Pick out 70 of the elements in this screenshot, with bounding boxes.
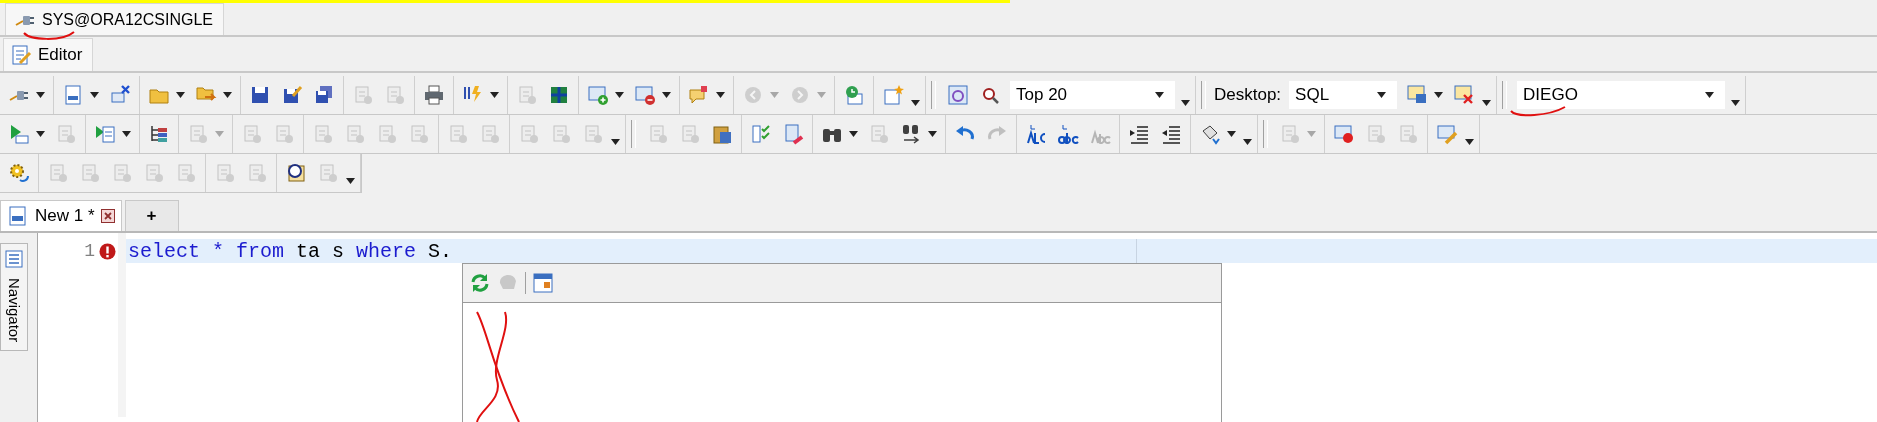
- overflow-caret-icon[interactable]: [1465, 139, 1474, 145]
- navigator-tab[interactable]: Navigator: [0, 243, 28, 352]
- document-tab[interactable]: New 1 *: [0, 200, 122, 231]
- connection-tab[interactable]: SYS@ORA12CSINGLE: [5, 3, 224, 35]
- caret-icon[interactable]: [849, 131, 858, 137]
- caret-icon[interactable]: [490, 92, 499, 98]
- outdent-icon[interactable]: [1160, 123, 1182, 145]
- caret-icon[interactable]: [36, 131, 45, 137]
- window-remove-icon[interactable]: [634, 84, 656, 106]
- line-number: 1: [84, 241, 95, 261]
- printer-icon[interactable]: [423, 84, 445, 106]
- grid-icon[interactable]: [548, 84, 570, 106]
- caret-icon[interactable]: [928, 131, 937, 137]
- caret-icon[interactable]: [1705, 92, 1715, 98]
- window-add-icon[interactable]: [587, 84, 609, 106]
- caret-icon[interactable]: [122, 131, 131, 137]
- overflow-caret-icon[interactable]: [346, 178, 355, 184]
- caret-icon[interactable]: [716, 92, 725, 98]
- window-icon[interactable]: [1406, 84, 1429, 106]
- list-icon: [3, 248, 25, 270]
- dropdown-field[interactable]: Top 20: [1010, 81, 1175, 109]
- clipboard-icon[interactable]: [711, 123, 733, 145]
- record-icon[interactable]: [1333, 123, 1355, 145]
- window-icon[interactable]: [947, 84, 969, 106]
- run-icon[interactable]: [8, 123, 30, 145]
- caret-icon[interactable]: [223, 92, 232, 98]
- indent-icon[interactable]: [1128, 123, 1150, 145]
- caret-icon[interactable]: [615, 92, 624, 98]
- document-icon[interactable]: [62, 84, 84, 106]
- caret-icon[interactable]: [1377, 92, 1387, 98]
- run-script-icon[interactable]: [94, 123, 116, 145]
- gear-icon[interactable]: [8, 162, 30, 184]
- overflow-caret-icon[interactable]: [1482, 100, 1492, 106]
- table-icon[interactable]: [532, 272, 554, 294]
- text-case-icon[interactable]: [1057, 123, 1079, 145]
- caret-icon[interactable]: [36, 92, 45, 98]
- window-close-icon[interactable]: [1453, 84, 1476, 106]
- save-icon[interactable]: [249, 84, 271, 106]
- overflow-caret-icon[interactable]: [611, 139, 620, 145]
- new-tab-button[interactable]: +: [124, 200, 179, 231]
- overflow-caret-icon[interactable]: [1731, 100, 1741, 106]
- save-icon[interactable]: [281, 84, 303, 106]
- document-icon: [7, 205, 29, 227]
- edit-document-icon: [10, 44, 32, 66]
- overflow-caret-icon[interactable]: [911, 100, 920, 106]
- save-all-icon[interactable]: [313, 84, 335, 106]
- caret-icon[interactable]: [176, 92, 185, 98]
- checklist-icon[interactable]: [750, 123, 772, 145]
- caret-icon[interactable]: [662, 92, 671, 98]
- document-icon[interactable]: [882, 84, 904, 106]
- speech-bubble-icon[interactable]: [688, 84, 710, 106]
- close-icon[interactable]: [100, 209, 115, 223]
- caret-icon[interactable]: [90, 92, 99, 98]
- overflow-caret-icon[interactable]: [1243, 139, 1252, 145]
- find-replace-icon[interactable]: [900, 123, 922, 145]
- dropdown-field[interactable]: SQL: [1289, 81, 1398, 109]
- refresh-icon[interactable]: [469, 272, 491, 294]
- desktop-label: Desktop:: [1214, 85, 1282, 105]
- overflow-caret-icon[interactable]: [1181, 100, 1190, 106]
- tree-icon[interactable]: [148, 123, 170, 145]
- caret-icon[interactable]: [1155, 92, 1164, 98]
- caret-icon[interactable]: [1227, 131, 1236, 137]
- text-case-icon[interactable]: [1025, 123, 1047, 145]
- caret-icon[interactable]: [1434, 92, 1444, 98]
- disconnect-icon[interactable]: [109, 84, 131, 106]
- clock-icon[interactable]: [285, 162, 307, 184]
- dropdown-field[interactable]: DIEGO: [1517, 81, 1726, 109]
- editor-tab[interactable]: Editor: [3, 38, 94, 71]
- document-icon[interactable]: [782, 123, 804, 145]
- history-icon[interactable]: [843, 84, 865, 106]
